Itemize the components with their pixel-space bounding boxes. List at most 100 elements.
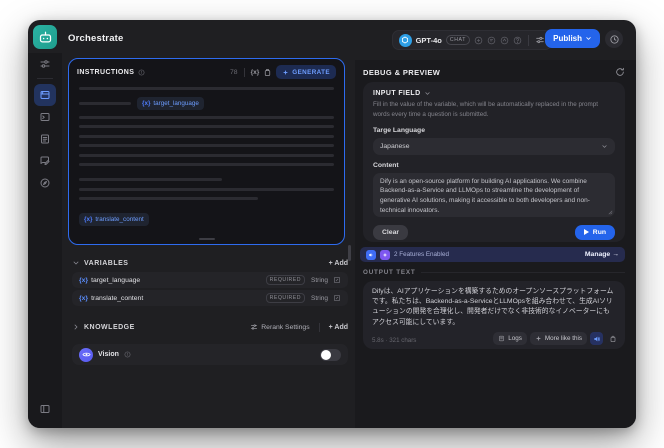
skeleton-line bbox=[79, 125, 334, 128]
clear-label: Clear bbox=[382, 228, 400, 236]
variable-prefix: {x} bbox=[79, 276, 89, 284]
nav-annotation-icon[interactable] bbox=[34, 150, 56, 172]
info-icon bbox=[138, 69, 145, 76]
clear-button[interactable]: Clear bbox=[373, 224, 409, 240]
more-like-this-label: More like this bbox=[544, 335, 582, 342]
divider bbox=[420, 272, 625, 273]
run-label: Run bbox=[592, 228, 606, 236]
sparkle-icon bbox=[535, 335, 542, 342]
refresh-icon[interactable] bbox=[615, 67, 625, 77]
copy-icon[interactable] bbox=[263, 68, 272, 77]
model-provider-icon bbox=[398, 33, 412, 47]
debug-preview-title: DEBUG & PREVIEW bbox=[363, 67, 441, 77]
vision-toggle[interactable] bbox=[320, 348, 341, 361]
model-capability-icon bbox=[513, 36, 522, 45]
skeleton-line bbox=[79, 197, 258, 200]
divider bbox=[243, 67, 245, 77]
content-textarea[interactable]: Dify is an open-source platform for buil… bbox=[373, 172, 615, 217]
nav-explore-icon[interactable] bbox=[34, 172, 56, 194]
input-field-title: INPUT FIELD bbox=[373, 90, 421, 97]
string-type-icon[interactable] bbox=[333, 276, 341, 284]
variables-header[interactable]: VARIABLES + Add bbox=[72, 256, 348, 270]
variable-chip-target-language[interactable]: {x} target_language bbox=[137, 96, 204, 110]
screenshot-stage: Orchestrate GPT-4o CHAT Publish INSTRUCT… bbox=[0, 0, 664, 448]
variable-chip-translate-content[interactable]: {x} translate_content bbox=[79, 213, 149, 226]
model-capability-icon bbox=[474, 36, 483, 45]
variable-name: target_language bbox=[153, 99, 199, 107]
variables-title: VARIABLES bbox=[84, 259, 129, 267]
variable-row-target-language[interactable]: {x} target_language REQUIRED String bbox=[72, 272, 348, 288]
left-panel-scrollbar[interactable] bbox=[348, 245, 351, 261]
text-to-speech-button[interactable] bbox=[590, 332, 603, 345]
output-text-value: Difyは、AIアプリケーションを構築するためのオープンソースプラットフォームで… bbox=[372, 288, 614, 326]
generate-label: GENERATE bbox=[292, 68, 330, 76]
variable-prefix: {x} bbox=[79, 294, 89, 302]
knowledge-header[interactable]: KNOWLEDGE Rerank Settings + Add bbox=[72, 320, 348, 334]
model-settings-icon[interactable] bbox=[535, 35, 545, 45]
variable-prefix: {x} bbox=[84, 216, 93, 223]
skeleton-line bbox=[79, 178, 222, 181]
toggle-knob bbox=[321, 349, 331, 360]
output-text-card: Difyは、AIアプリケーションを構築するためのオープンソースプラットフォームで… bbox=[363, 281, 625, 349]
select-value: Japanese bbox=[380, 142, 410, 150]
features-enabled-text: 2 Features Enabled bbox=[394, 251, 449, 258]
logs-button[interactable]: Logs bbox=[493, 332, 527, 345]
nav-orchestrate-icon[interactable] bbox=[34, 53, 56, 75]
arrow-right-icon: → bbox=[612, 251, 619, 258]
info-icon bbox=[124, 351, 131, 358]
app-logo[interactable] bbox=[33, 25, 57, 49]
resize-corner-icon[interactable] bbox=[607, 209, 613, 215]
variable-name: translate_content bbox=[95, 216, 144, 223]
model-mode-badge: CHAT bbox=[445, 35, 470, 45]
more-like-this-button[interactable]: More like this bbox=[529, 332, 587, 345]
collapse-panel-icon[interactable] bbox=[34, 398, 56, 420]
model-capability-icon bbox=[500, 36, 509, 45]
string-type-icon[interactable] bbox=[333, 294, 341, 302]
skeleton-line bbox=[79, 87, 334, 90]
manage-label: Manage bbox=[584, 251, 611, 258]
variable-row-translate-content[interactable]: {x} translate_content REQUIRED String bbox=[72, 290, 348, 306]
nav-terminal-icon[interactable] bbox=[34, 106, 56, 128]
publish-button[interactable]: Publish bbox=[545, 29, 600, 48]
divider bbox=[318, 322, 320, 332]
model-capability-icon bbox=[487, 36, 496, 45]
generate-button[interactable]: GENERATE bbox=[276, 65, 336, 79]
model-selector[interactable]: GPT-4o CHAT bbox=[391, 30, 552, 50]
nav-app-panel-icon[interactable] bbox=[34, 84, 56, 106]
chevron-down-icon bbox=[72, 259, 80, 267]
eye-icon bbox=[79, 347, 93, 362]
run-button[interactable]: Run bbox=[574, 224, 615, 240]
page-title: Orchestrate bbox=[68, 33, 124, 44]
add-knowledge-button[interactable]: + Add bbox=[329, 324, 348, 331]
copy-output-button[interactable] bbox=[606, 332, 619, 345]
skeleton-line bbox=[79, 115, 334, 119]
skeleton-line bbox=[79, 101, 131, 105]
resize-drag-handle[interactable] bbox=[198, 238, 215, 240]
prompt-skeleton: {x} target_language {x} translate_conten… bbox=[69, 83, 344, 226]
input-field-description: Fill in the value of the variable, which… bbox=[373, 101, 599, 118]
chevron-down-icon[interactable] bbox=[424, 90, 431, 97]
app-window: Orchestrate GPT-4o CHAT Publish INSTRUCT… bbox=[28, 20, 636, 428]
robot-icon bbox=[38, 30, 53, 45]
rerank-settings-button[interactable]: Rerank Settings bbox=[250, 323, 310, 331]
logs-label: Logs bbox=[508, 335, 522, 342]
output-meta: 5.8s · 321 chars bbox=[372, 337, 417, 344]
nav-logs-icon[interactable] bbox=[34, 128, 56, 150]
manage-features-link[interactable]: Manage → bbox=[585, 251, 619, 258]
divider bbox=[37, 78, 53, 79]
output-text-title: OUTPUT TEXT bbox=[363, 269, 416, 276]
insert-variable-icon[interactable]: {x} bbox=[251, 69, 260, 76]
variable-name: target_language bbox=[91, 276, 141, 284]
add-variable-button[interactable]: + Add bbox=[329, 260, 348, 267]
publish-label: Publish bbox=[553, 34, 582, 43]
features-enabled-bar[interactable]: 2 Features Enabled Manage → bbox=[360, 247, 625, 262]
content-label: Content bbox=[373, 161, 399, 169]
instructions-editor[interactable]: INSTRUCTIONS 78 {x} GENERATE {x} target_… bbox=[68, 58, 345, 245]
version-history-button[interactable] bbox=[605, 30, 623, 48]
target-language-select[interactable]: Japanese bbox=[373, 137, 615, 155]
required-badge: REQUIRED bbox=[265, 293, 306, 303]
model-name: GPT-4o bbox=[415, 35, 442, 45]
skeleton-line bbox=[79, 144, 334, 147]
skeleton-line bbox=[79, 187, 334, 191]
history-clock-icon bbox=[609, 34, 620, 45]
